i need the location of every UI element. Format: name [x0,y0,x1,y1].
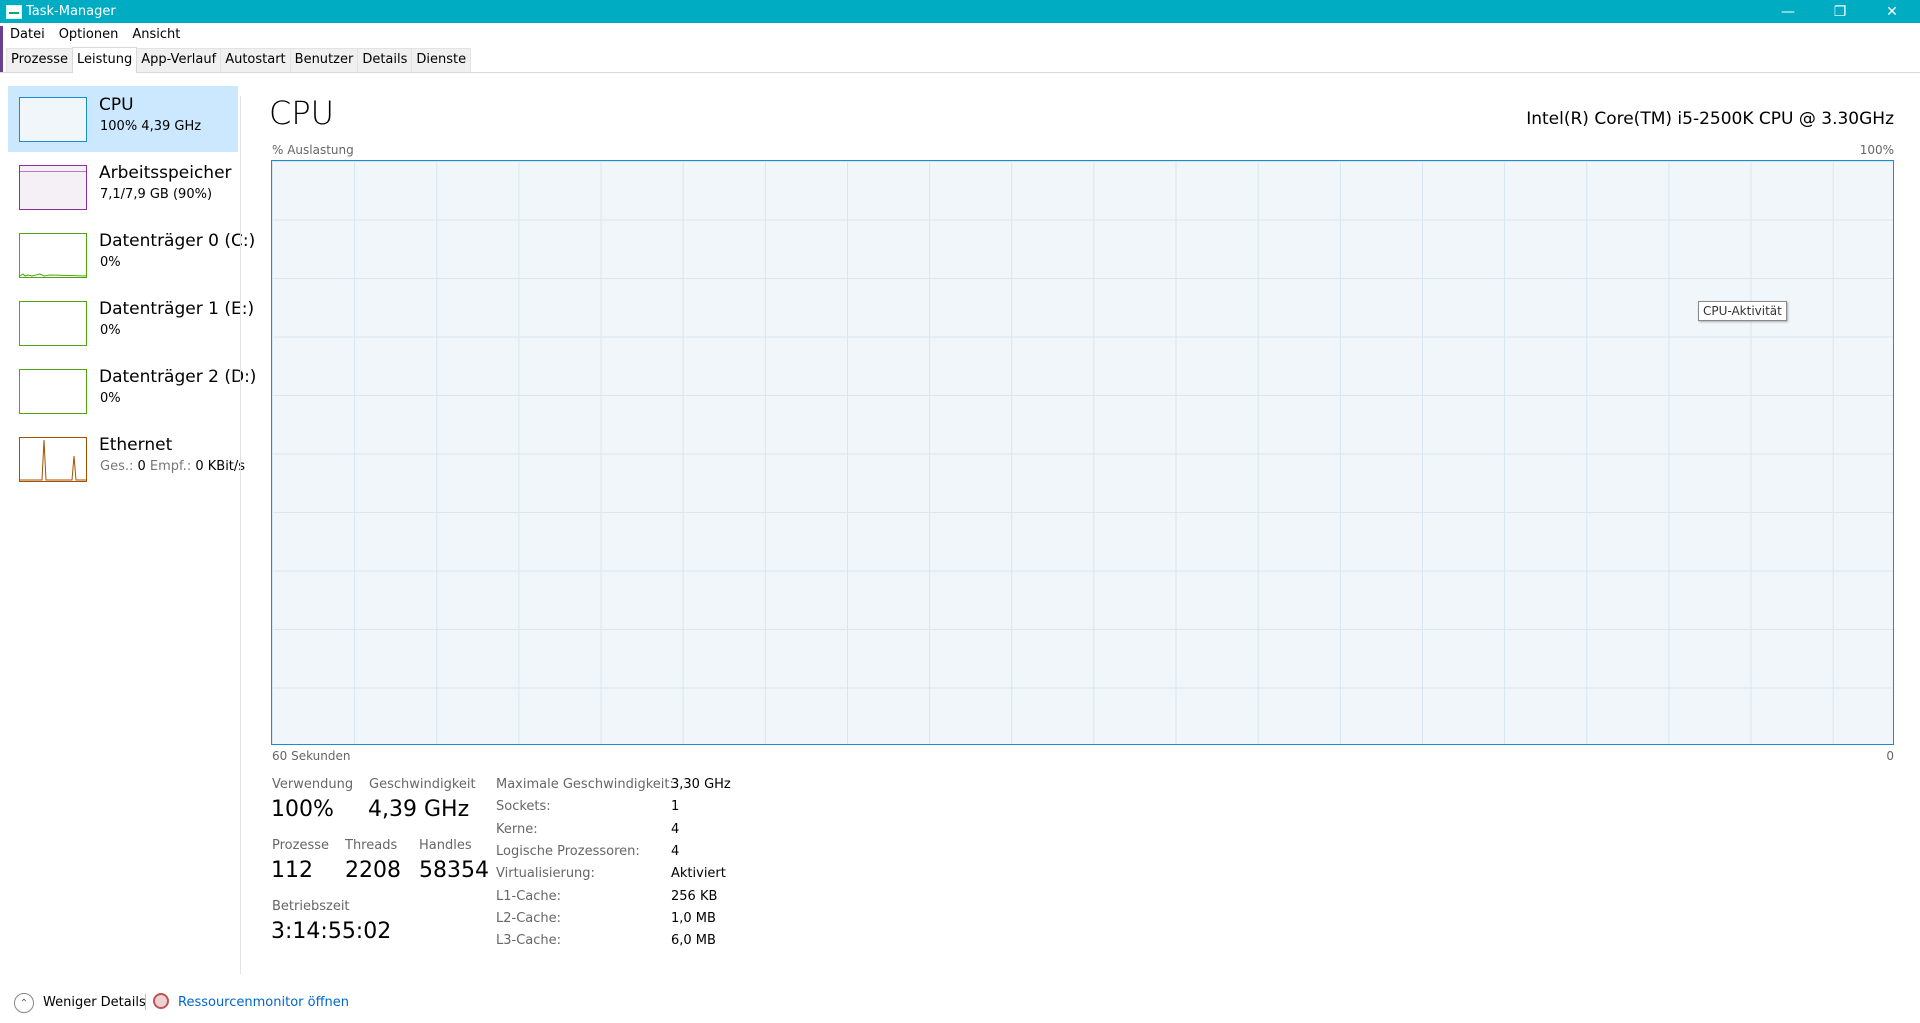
tab-strip: Prozesse Leistung App-Verlauf Autostart … [0,47,1920,73]
detail-value: Aktiviert [671,866,726,881]
detail-value: 256 KB [671,889,718,904]
resource-sidebar: CPU 100% 4,39 GHz Arbeitsspeicher 7,1/7,… [8,86,256,970]
sidebar-item-label: Ethernet [99,435,173,455]
cpu-usage-graph[interactable] [271,160,1894,745]
minimize-button[interactable]: — [1762,0,1814,23]
sidebar-item-cpu[interactable]: CPU 100% 4,39 GHz [8,86,238,152]
sidebar-item-disk-0[interactable]: Datenträger 0 (C:) 0% [8,222,255,288]
menu-options[interactable]: Optionen [54,27,124,42]
speed-value: 4,39 GHz [368,797,470,822]
uptime-value: 3:14:55:02 [271,919,392,944]
sidebar-item-value: 0% [100,255,121,270]
network-activity-sparkline [20,439,86,481]
ethernet-thumbnail-graph [19,437,87,482]
detail-value: 3,30 GHz [671,777,731,792]
disk-activity-sparkline [20,273,86,277]
detail-label: Virtualisierung: [496,866,595,881]
sidebar-item-label: Datenträger 2 (D:) [99,367,257,387]
task-manager-icon [6,4,22,19]
tab-startup[interactable]: Autostart [220,48,291,72]
cpu-model-name: Intel(R) Core(TM) i5-2500K CPU @ 3.30GHz [1526,109,1894,129]
sidebar-item-disk-1[interactable]: Datenträger 1 (E:) 0% [8,290,254,356]
open-resource-monitor-link[interactable]: Ressourcenmonitor öffnen [178,995,349,1010]
close-button[interactable]: ✕ [1866,0,1918,23]
sidebar-item-memory[interactable]: Arbeitsspeicher 7,1/7,9 GB (90%) [8,154,238,220]
title-bar: Task-Manager — ❐ ✕ [0,0,1920,23]
disk-thumbnail-graph [19,233,87,278]
fewer-details-button[interactable]: Weniger Details [43,995,146,1010]
menu-file[interactable]: Datei [5,27,50,42]
tab-processes[interactable]: Prozesse [6,48,73,72]
detail-value: 1,0 MB [671,911,716,926]
detail-label: L2-Cache: [496,911,562,926]
sidebar-item-label: Datenträger 0 (C:) [99,231,256,251]
graph-y-axis-label: % Auslastung [272,143,354,157]
sidebar-item-value: 100% 4,39 GHz [100,119,202,134]
detail-label: L1-Cache: [496,889,562,904]
sidebar-item-label: Datenträger 1 (E:) [99,299,255,319]
footer-bar: ⌃ Weniger Details Ressourcenmonitor öffn… [0,988,1920,1018]
detail-label: Kerne: [496,822,538,837]
graph-x-axis-min: 0 [1886,749,1894,763]
disk-thumbnail-graph [19,369,87,414]
usage-label: Verwendung [272,777,354,792]
tab-performance[interactable]: Leistung [72,47,138,73]
uptime-label: Betriebszeit [272,899,350,914]
threads-value: 2208 [345,858,401,883]
usage-value: 100% [271,797,334,822]
sidebar-divider [240,96,241,974]
sidebar-item-value: 7,1/7,9 GB (90%) [100,187,213,202]
tab-services[interactable]: Dienste [411,48,472,72]
page-title: CPU [269,94,335,132]
sidebar-item-label: CPU [99,95,134,115]
detail-value: 4 [671,844,680,859]
threads-label: Threads [345,838,398,853]
detail-value: 4 [671,822,680,837]
window-title: Task-Manager [26,4,116,19]
detail-label: Logische Prozessoren: [496,844,640,859]
sidebar-item-value: 0% [100,391,121,406]
memory-thumbnail-graph [19,165,87,210]
sidebar-item-value: 0% [100,323,121,338]
tab-users[interactable]: Benutzer [289,48,359,72]
menu-view[interactable]: Ansicht [127,27,185,42]
processes-value: 112 [271,858,313,883]
footer-divider [145,994,146,1010]
menu-bar: Datei Optionen Ansicht [0,23,185,45]
sidebar-item-label: Arbeitsspeicher [99,163,232,183]
detail-label: L3-Cache: [496,933,562,948]
processes-label: Prozesse [272,838,329,853]
cpu-thumbnail-graph [19,97,87,142]
handles-value: 58354 [419,858,489,883]
speed-label: Geschwindigkeit [369,777,476,792]
resource-monitor-icon [153,993,169,1009]
chevron-up-icon[interactable]: ⌃ [14,993,34,1013]
graph-tooltip: CPU-Aktivität [1698,301,1787,321]
detail-value: 6,0 MB [671,933,716,948]
tab-app-history[interactable]: App-Verlauf [136,48,222,72]
disk-thumbnail-graph [19,301,87,346]
sidebar-item-ethernet[interactable]: Ethernet Ges.: 0 Empf.: 0 KBit/s [8,426,245,492]
graph-x-axis-label: 60 Sekunden [272,749,351,763]
restore-button[interactable]: ❐ [1814,0,1866,23]
tab-details[interactable]: Details [357,48,413,72]
detail-label: Maximale Geschwindigkeit: [496,777,674,792]
detail-label: Sockets: [496,799,551,814]
sidebar-item-value: Ges.: 0 Empf.: 0 KBit/s [100,459,246,474]
graph-y-axis-max: 100% [1859,143,1894,157]
handles-label: Handles [419,838,472,853]
sidebar-item-disk-2[interactable]: Datenträger 2 (D:) 0% [8,358,256,424]
detail-value: 1 [671,799,680,814]
